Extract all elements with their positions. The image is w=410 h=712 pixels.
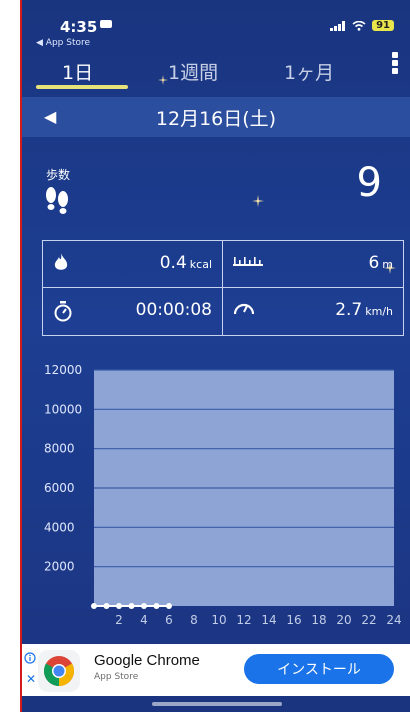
chart-x-tick-label: 20 <box>336 613 351 627</box>
status-bar: 4:35 ◀ App Store 91 <box>22 0 410 52</box>
info-icon[interactable] <box>24 652 36 664</box>
ad-title: Google Chrome <box>94 652 200 669</box>
chart-x-tick-label: 6 <box>165 613 173 627</box>
calories-value: 0.4 <box>159 253 187 273</box>
chart-x-tick-label: 8 <box>190 613 198 627</box>
chart-point <box>153 603 160 609</box>
calories-cell: 0.4 kcal <box>43 241 223 288</box>
distance-unit: m <box>382 258 393 271</box>
phone-screen: 4:35 ◀ App Store 91 1日 1週間 1ヶ月 ◀ 12月16日(… <box>20 0 410 712</box>
chart-x-tick-label: 14 <box>261 613 276 627</box>
chart-point <box>128 603 135 609</box>
speedometer-icon <box>233 303 255 315</box>
footprints-icon <box>46 187 68 214</box>
time-cell: 00:00:08 <box>43 288 223 335</box>
tab-1-month[interactable]: 1ヶ月 <box>284 58 334 85</box>
install-button[interactable]: インストール <box>244 654 394 684</box>
stats-grid: 0.4 kcal 6m 00:00:08 2.7 km/h <box>42 240 404 336</box>
chart-x-tick-label: 12 <box>236 613 251 627</box>
chart-y-tick-label: 12000 <box>44 363 82 377</box>
chart-x-tick-label: 10 <box>211 613 226 627</box>
chart-x-tick-label: 4 <box>140 613 148 627</box>
tab-1-day[interactable]: 1日 <box>62 58 93 85</box>
chart-x-tick-label: 18 <box>311 613 326 627</box>
wifi-icon <box>352 20 366 31</box>
date-navigator: ◀ 12月16日(土) <box>22 97 410 137</box>
calories-unit: kcal <box>189 258 212 271</box>
chart-point <box>91 603 97 609</box>
home-indicator <box>152 702 282 706</box>
chrome-logo-icon <box>38 650 80 692</box>
steps-count: 9 <box>356 160 382 206</box>
chart-point <box>141 603 147 609</box>
steps-section: 歩数 9 <box>22 150 410 230</box>
chart-y-tick-label: 6000 <box>44 481 75 495</box>
steps-label: 歩数 <box>46 168 71 182</box>
ad-banner: ✕ Google Chrome App Store インストール <box>22 644 410 696</box>
ruler-icon <box>233 257 263 266</box>
close-ad-icon[interactable]: ✕ <box>26 672 36 686</box>
chart-x-tick-label: 24 <box>386 613 401 627</box>
battery-indicator: 91 <box>372 20 394 31</box>
signal-icon <box>330 20 346 31</box>
ad-subtitle: App Store <box>94 672 139 682</box>
active-tab-indicator <box>36 85 128 89</box>
fire-icon <box>54 253 68 270</box>
period-tabs: 1日 1週間 1ヶ月 <box>22 52 410 90</box>
distance-cell: 6m <box>223 241 403 288</box>
distance-value: 6 <box>368 253 380 273</box>
current-date: 12月16日(土) <box>155 108 277 130</box>
chart-point <box>103 603 110 609</box>
status-time: 4:35 <box>60 18 98 36</box>
speed-unit: km/h <box>365 305 393 318</box>
chart-y-tick-label: 10000 <box>44 402 82 416</box>
chart-x-tick-label: 22 <box>361 613 376 627</box>
speed-value: 2.7 <box>335 300 363 320</box>
speed-cell: 2.7 km/h <box>223 288 403 335</box>
chart-y-tick-label: 4000 <box>44 520 75 534</box>
chart-y-tick-label: 2000 <box>44 560 75 574</box>
stopwatch-icon <box>54 301 72 322</box>
chart-x-tick-label: 16 <box>286 613 301 627</box>
chart-x-tick-label: 2 <box>115 613 123 627</box>
status-icons: 91 <box>330 20 394 31</box>
tab-1-week[interactable]: 1週間 <box>168 58 218 85</box>
chart-point <box>166 603 172 609</box>
back-to-app-store-link[interactable]: ◀ App Store <box>36 38 90 48</box>
more-menu-icon[interactable] <box>392 52 402 74</box>
briefcase-icon <box>100 20 112 28</box>
time-value: 00:00:08 <box>135 300 212 320</box>
chart-y-tick-label: 8000 <box>44 442 75 456</box>
steps-chart: 200040006000800010000120002 4 6 8 10 12 14 16 18… <box>44 363 402 627</box>
chart-point <box>116 603 122 609</box>
